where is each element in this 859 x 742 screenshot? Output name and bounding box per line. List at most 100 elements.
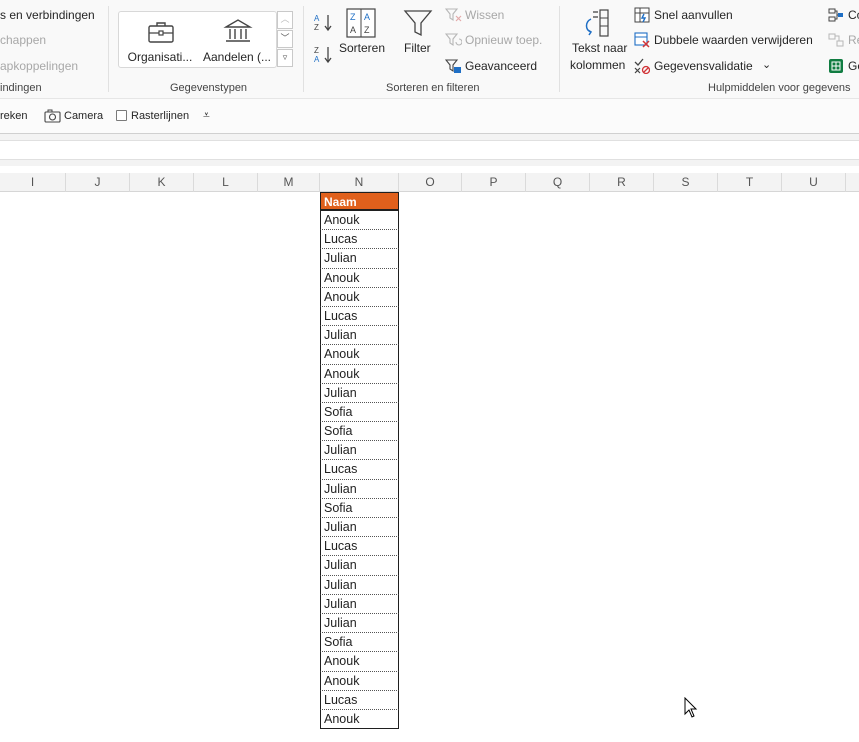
data-validation-dropdown-icon[interactable]: ⌄	[762, 58, 771, 71]
table-cell[interactable]: Julian	[320, 575, 399, 595]
gallery-up-icon[interactable]: ︿	[277, 11, 293, 29]
table-cell[interactable]: Julian	[320, 249, 399, 269]
column-header-T[interactable]: T	[718, 173, 782, 192]
group-divider	[303, 6, 304, 92]
table-cell[interactable]: Anouk	[320, 671, 399, 691]
column-header-Q[interactable]: Q	[526, 173, 590, 192]
table-cell[interactable]: Sofia	[320, 402, 399, 423]
datatypes-gallery: Organisati... Aandelen (...	[118, 11, 277, 68]
table-cell[interactable]: Anouk	[320, 211, 399, 231]
svg-text:A: A	[314, 14, 320, 23]
queries-group-label: indingen	[0, 82, 42, 94]
camera-icon[interactable]	[44, 109, 61, 123]
data-model-label[interactable]: Ge	[848, 59, 859, 73]
data-tools-group-label: Hulpmiddelen voor gegevens	[708, 82, 851, 94]
consolidate-icon[interactable]	[828, 7, 844, 23]
table-cell[interactable]: Lucas	[320, 230, 399, 250]
svg-text:Z: Z	[314, 46, 319, 55]
bank-icon	[223, 19, 253, 42]
gallery-down-icon[interactable]: ﹀	[277, 30, 293, 48]
sort-ascending-icon[interactable]: A Z	[313, 12, 335, 32]
table-cell[interactable]: Anouk	[320, 287, 399, 307]
datatypes-group-label: Gegevenstypen	[170, 82, 248, 94]
datatype-organization[interactable]: Organisati...	[123, 12, 197, 69]
datatype-stocks[interactable]: Aandelen (...	[199, 12, 275, 69]
table-cell[interactable]: Julian	[320, 479, 399, 499]
table-cell[interactable]: Julian	[320, 556, 399, 576]
svg-text:A: A	[364, 12, 370, 22]
table-cell[interactable]: Sofia	[320, 633, 399, 653]
text-to-columns-button[interactable]: Tekst naar kolommen	[566, 6, 630, 76]
relationships-label[interactable]: Re	[848, 33, 859, 47]
table-cell[interactable]: Anouk	[320, 709, 399, 730]
formula-bar[interactable]	[0, 140, 859, 160]
qat-first-command[interactable]: reken	[0, 110, 28, 122]
table-cell[interactable]: Sofia	[320, 422, 399, 442]
svg-text:A: A	[350, 25, 356, 35]
data-model-icon[interactable]	[828, 58, 844, 74]
reapply-filter-label[interactable]: Opnieuw toep.	[465, 33, 542, 47]
table-cell[interactable]: Lucas	[320, 690, 399, 710]
table-cell[interactable]: Julian	[320, 441, 399, 461]
properties-button[interactable]: chappen	[0, 33, 46, 47]
data-validation-icon[interactable]	[634, 58, 650, 74]
column-header-I[interactable]: I	[0, 173, 66, 192]
group-divider	[559, 6, 560, 92]
table-cell[interactable]: Anouk	[320, 652, 399, 672]
table-cell[interactable]: Lucas	[320, 306, 399, 327]
remove-duplicates-icon[interactable]	[634, 32, 650, 48]
table-cell[interactable]: Anouk	[320, 364, 399, 384]
queries-connections-button[interactable]: s en verbindingen	[0, 8, 95, 22]
text-to-columns-label-1: Tekst naar	[572, 41, 628, 55]
edit-links-button[interactable]: apkoppelingen	[0, 59, 78, 73]
table-cell[interactable]: Lucas	[320, 460, 399, 480]
table-cell[interactable]: Lucas	[320, 537, 399, 557]
column-header-K[interactable]: K	[130, 173, 194, 192]
table-cell[interactable]: Anouk	[320, 345, 399, 365]
svg-text:Z: Z	[314, 23, 319, 32]
gridlines-checkbox[interactable]	[116, 110, 127, 121]
flash-fill-icon[interactable]	[634, 7, 650, 23]
column-header-N[interactable]: N	[320, 173, 399, 192]
sort-button[interactable]: Z A A Z Sorteren	[337, 6, 385, 66]
column-header-S[interactable]: S	[654, 173, 718, 192]
svg-text:Z: Z	[350, 12, 356, 22]
table-cell[interactable]: Anouk	[320, 268, 399, 288]
sort-filter-group-label: Sorteren en filteren	[386, 82, 480, 94]
ribbon: s en verbindingen chappen apkoppelingen …	[0, 0, 859, 98]
camera-label[interactable]: Camera	[64, 110, 103, 122]
reapply-filter-icon[interactable]	[445, 32, 462, 48]
column-header-R[interactable]: R	[590, 173, 654, 192]
remove-duplicates-label[interactable]: Dubbele waarden verwijderen	[654, 33, 813, 47]
column-header-J[interactable]: J	[66, 173, 130, 192]
table-cell[interactable]: Sofia	[320, 498, 399, 518]
advanced-filter-label[interactable]: Geavanceerd	[465, 59, 537, 73]
advanced-filter-icon[interactable]	[445, 58, 462, 74]
clear-filter-label[interactable]: Wissen	[465, 8, 504, 22]
data-validation-label[interactable]: Gegevensvalidatie	[654, 59, 753, 73]
table-cell[interactable]: Julian	[320, 613, 399, 634]
relationships-icon[interactable]	[828, 32, 844, 48]
sort-descending-icon[interactable]: Z A	[313, 44, 335, 64]
table-header-naam[interactable]: Naam	[320, 192, 399, 211]
table-cell[interactable]: Julian	[320, 594, 399, 614]
text-to-columns-icon	[585, 9, 609, 37]
column-header-M[interactable]: M	[258, 173, 320, 192]
column-header-O[interactable]: O	[399, 173, 462, 192]
filter-funnel-icon	[403, 10, 433, 37]
customize-qat-icon[interactable]: ⩡	[203, 108, 210, 123]
sort-label: Sorteren	[339, 41, 386, 55]
clear-filter-icon[interactable]	[445, 7, 462, 23]
flash-fill-label[interactable]: Snel aanvullen	[654, 8, 733, 22]
gallery-more-icon[interactable]: ▿	[277, 49, 293, 67]
consolidate-label[interactable]: Co	[848, 8, 859, 22]
svg-text:A: A	[314, 55, 320, 64]
column-header-L[interactable]: L	[194, 173, 258, 192]
column-header-P[interactable]: P	[462, 173, 526, 192]
table-cell[interactable]: Julian	[320, 326, 399, 346]
column-header-U[interactable]: U	[782, 173, 846, 192]
table-cell[interactable]: Julian	[320, 383, 399, 403]
table-cell[interactable]: Julian	[320, 518, 399, 538]
filter-button[interactable]: Filter	[398, 6, 438, 66]
gridlines-label[interactable]: Rasterlijnen	[131, 110, 189, 122]
